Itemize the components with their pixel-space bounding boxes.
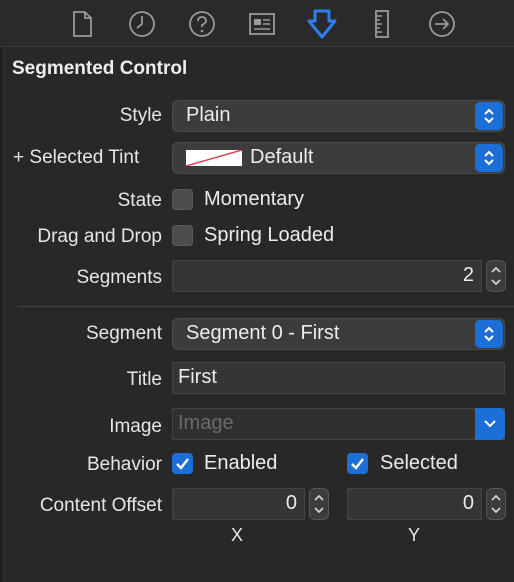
drag-and-drop-label: Drag and Drop xyxy=(37,226,162,247)
state-label: State xyxy=(117,190,162,211)
attributes-inspector-icon xyxy=(307,9,337,39)
attributes-inspector-tab[interactable] xyxy=(306,8,338,40)
content-offset-x-value: 0 xyxy=(285,492,297,514)
stepper-chevron-icon xyxy=(491,266,501,286)
selected-tint-label-row: + Selected Tint xyxy=(13,147,139,169)
color-swatch-default xyxy=(186,150,242,166)
segments-value: 2 xyxy=(462,264,474,286)
content-offset-y-value: 0 xyxy=(462,492,474,514)
updown-chevron-icon xyxy=(475,320,503,348)
identity-inspector-tab[interactable] xyxy=(246,8,278,40)
updown-chevron-icon xyxy=(475,144,503,172)
selected-tint-popup[interactable]: Default xyxy=(172,142,505,174)
checkmark-icon xyxy=(351,458,364,470)
momentary-checkbox[interactable] xyxy=(172,189,193,210)
stepper-chevron-icon xyxy=(314,494,324,514)
content-offset-y-stepper[interactable] xyxy=(486,488,506,520)
image-placeholder: Image xyxy=(178,412,234,434)
checkmark-icon xyxy=(176,458,189,470)
segments-stepper[interactable] xyxy=(486,260,506,292)
style-label: Style xyxy=(119,105,162,126)
x-axis-label: X xyxy=(231,525,244,545)
segment-label: Segment xyxy=(85,323,162,344)
style-popup[interactable]: Plain xyxy=(172,100,505,132)
y-axis-label: Y xyxy=(408,525,421,545)
updown-chevron-icon xyxy=(475,102,503,130)
enabled-label: Enabled xyxy=(204,452,278,474)
quick-help-tab[interactable] xyxy=(186,8,218,40)
help-icon xyxy=(189,11,215,37)
momentary-label: Momentary xyxy=(204,188,305,210)
spring-loaded-checkbox[interactable] xyxy=(172,225,193,246)
section-title: Segmented Control xyxy=(12,58,188,79)
connections-arrow-icon xyxy=(429,11,455,37)
segment-value: Segment 0 - First xyxy=(186,322,340,344)
enabled-checkbox[interactable] xyxy=(172,453,193,474)
chevron-down-icon xyxy=(484,420,496,428)
image-dropdown-button[interactable] xyxy=(475,408,505,440)
file-inspector-tab[interactable] xyxy=(66,8,98,40)
selected-tint-label: Selected Tint xyxy=(29,147,140,168)
identity-card-icon xyxy=(249,13,275,35)
title-field[interactable]: First xyxy=(172,362,505,394)
section-divider xyxy=(18,306,514,307)
image-label: Image xyxy=(109,416,162,437)
clock-icon xyxy=(129,11,155,37)
inspector-tab-bar xyxy=(0,0,514,47)
content-offset-y-field[interactable]: 0 xyxy=(347,488,482,520)
selected-checkbox[interactable] xyxy=(347,453,368,474)
title-value: First xyxy=(178,366,217,388)
content-offset-label: Content Offset xyxy=(39,495,162,516)
history-inspector-tab[interactable] xyxy=(126,8,158,40)
segments-label: Segments xyxy=(76,267,162,288)
connections-inspector-tab[interactable] xyxy=(426,8,458,40)
behavior-label: Behavior xyxy=(87,454,162,475)
selected-tint-value: Default xyxy=(250,146,314,168)
title-label: Title xyxy=(126,369,162,390)
stepper-chevron-icon xyxy=(491,494,501,514)
segments-field[interactable]: 2 xyxy=(172,260,482,292)
style-value: Plain xyxy=(186,104,231,126)
spring-loaded-label: Spring Loaded xyxy=(204,224,335,246)
file-icon xyxy=(73,11,92,37)
content-offset-x-stepper[interactable] xyxy=(309,488,329,520)
add-variation-icon[interactable]: + xyxy=(13,147,24,168)
size-inspector-tab[interactable] xyxy=(366,8,398,40)
image-combobox[interactable]: Image xyxy=(172,408,505,440)
segment-popup[interactable]: Segment 0 - First xyxy=(172,318,505,350)
ruler-icon xyxy=(375,10,389,38)
content-offset-x-field[interactable]: 0 xyxy=(172,488,305,520)
selected-label: Selected xyxy=(380,452,458,474)
left-edge xyxy=(0,46,2,582)
